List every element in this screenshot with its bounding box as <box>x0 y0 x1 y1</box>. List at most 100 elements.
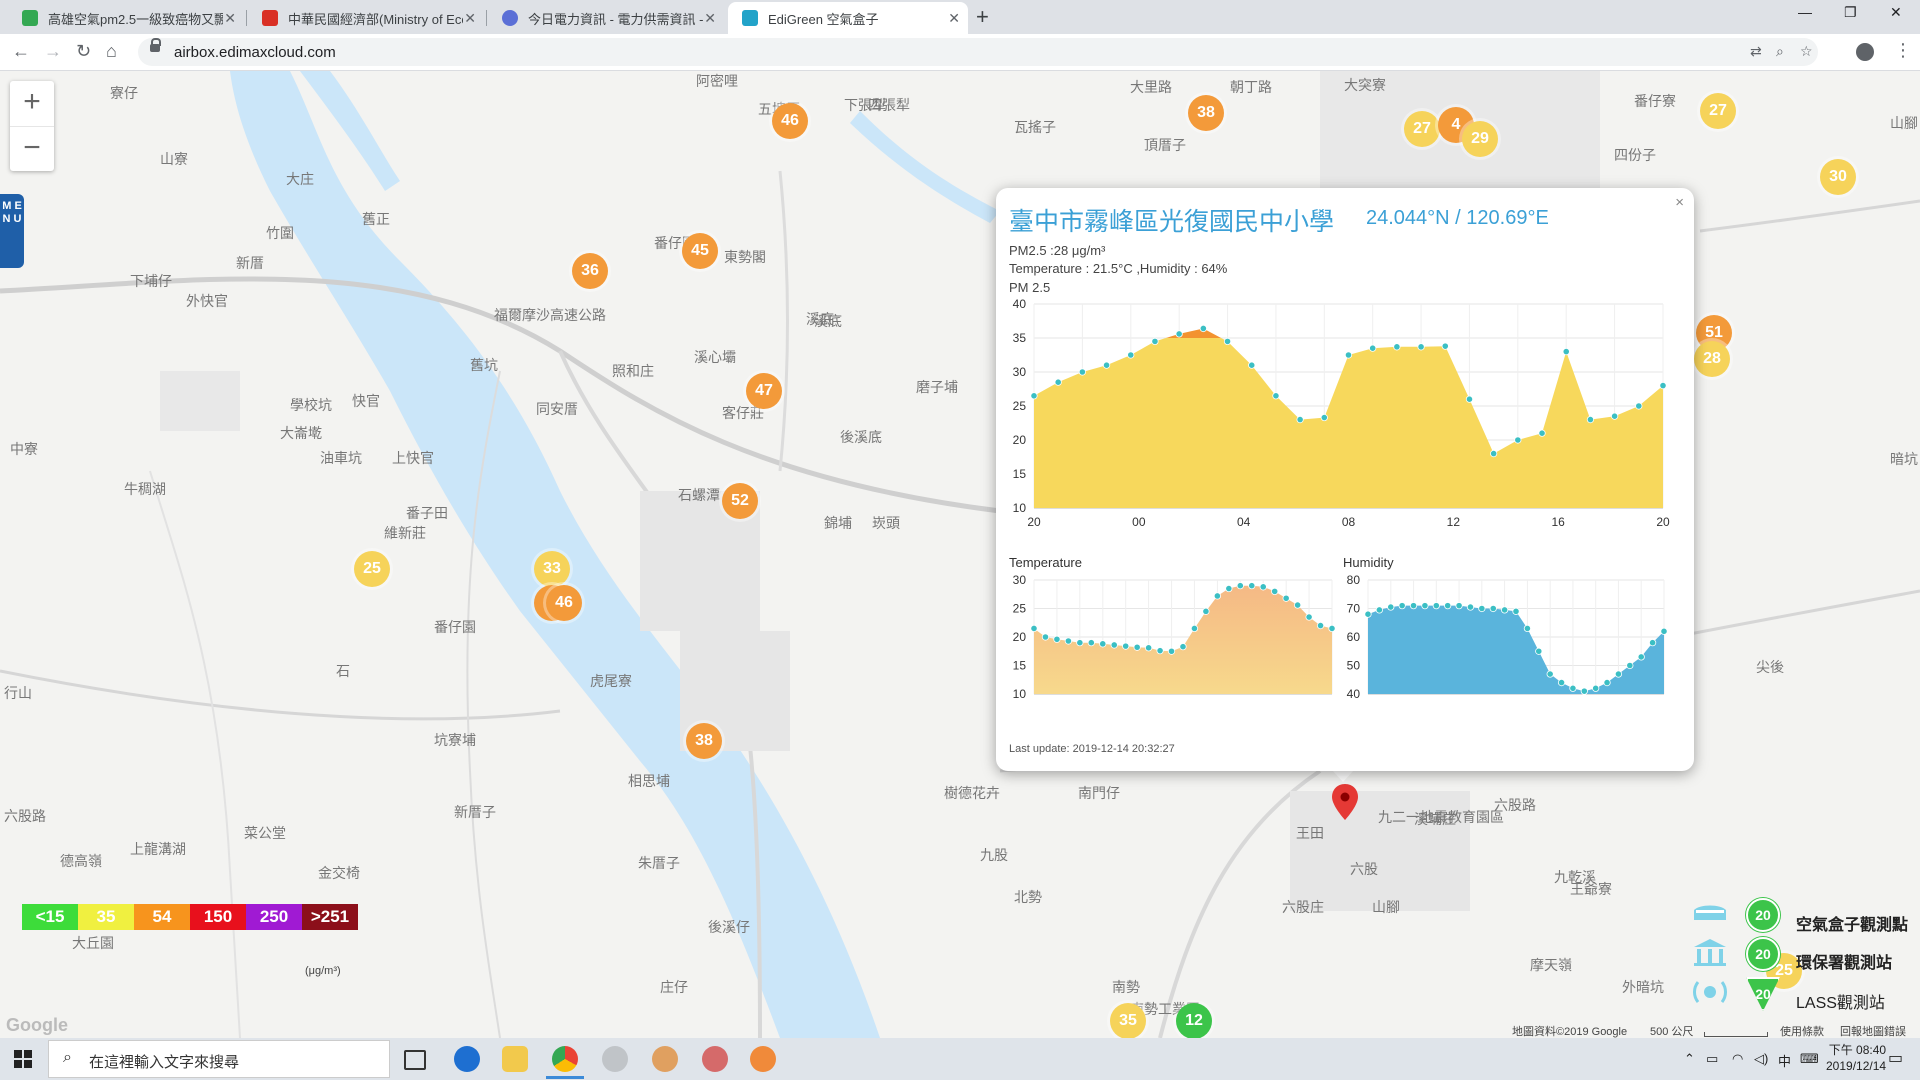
lass-legend-label[interactable]: LASS觀測站 <box>1796 989 1885 1013</box>
windows-start-icon[interactable] <box>14 1050 32 1068</box>
tab-title: 中華民國經濟部(Ministry of Econ... <box>288 11 463 27</box>
tray-chevron-icon[interactable]: ⌃ <box>1684 1051 1695 1067</box>
file-explorer-icon[interactable] <box>502 1046 528 1072</box>
profile-avatar-icon[interactable] <box>1856 43 1874 61</box>
minimize-button[interactable]: — <box>1798 4 1812 20</box>
browser-tab-1[interactable]: 中華民國經濟部(Ministry of Econ... ✕ <box>248 2 484 34</box>
map-scale-label[interactable]: 500 公尺 <box>1650 1023 1693 1038</box>
data-point <box>1455 602 1463 610</box>
data-point <box>1586 416 1595 424</box>
pm25-marker[interactable]: 30 <box>1820 159 1856 195</box>
pm25-marker[interactable]: 27 <box>1404 111 1440 147</box>
pm25-marker[interactable]: 29 <box>1462 121 1498 157</box>
tab-separator <box>246 10 247 26</box>
reload-button[interactable]: ↻ <box>76 41 91 62</box>
pm25-marker[interactable]: 12 <box>1176 1003 1212 1038</box>
map-place-label: 維新莊 <box>384 525 426 541</box>
map-place-label: 朱厝子 <box>638 855 680 871</box>
map-place-label: 上快官 <box>392 450 434 466</box>
legend-unit: (μg/m³) <box>305 965 341 977</box>
location-pin-icon[interactable] <box>1332 784 1358 820</box>
app-icon-5[interactable] <box>652 1046 678 1072</box>
taskbar-search-box[interactable]: ⌕ 在這裡輸入文字來搜尋 <box>48 1040 390 1078</box>
bookmark-star-icon[interactable]: ☆ <box>1800 43 1813 60</box>
tab-close-icon[interactable]: ✕ <box>224 10 236 27</box>
pm25-marker[interactable]: 45 <box>682 233 718 269</box>
close-window-button[interactable]: ✕ <box>1890 4 1902 21</box>
tab-close-icon[interactable]: ✕ <box>464 10 476 27</box>
pm25-marker[interactable]: 38 <box>1188 95 1224 131</box>
pm25-marker[interactable]: 38 <box>686 723 722 759</box>
pm25-marker[interactable]: 28 <box>1694 341 1730 377</box>
data-point <box>1223 337 1232 346</box>
data-point <box>1546 670 1554 678</box>
browser-tab-0[interactable]: 高雄空氣pm2.5一級致癌物又飄... ✕ <box>8 2 244 34</box>
airbox-legend-label[interactable]: 空氣盒子觀測點 <box>1796 911 1908 935</box>
data-point <box>1259 583 1267 591</box>
browser-toolbar: ← → ↻ ⌂ airbox.edimaxcloud.com ⇄ ⌕ ☆ ⋮ <box>0 34 1920 71</box>
pm25-marker[interactable]: 27 <box>1700 93 1736 129</box>
translate-icon[interactable]: ⇄ <box>1750 43 1762 60</box>
home-icon[interactable]: ⌂ <box>106 41 117 62</box>
app-icon-7[interactable] <box>750 1046 776 1072</box>
data-point <box>1626 661 1634 670</box>
data-point <box>1282 594 1290 602</box>
taskbar-clock[interactable]: 下午 08:40 2019/12/14 <box>1826 1042 1886 1074</box>
battery-icon[interactable]: ▭ <box>1706 1051 1718 1067</box>
pm25-marker[interactable]: 46 <box>772 103 808 139</box>
data-point <box>1099 640 1107 648</box>
data-point <box>1603 679 1611 687</box>
task-view-icon[interactable] <box>404 1050 426 1070</box>
x-tick-label: 08 <box>1342 515 1356 529</box>
popup-close-button[interactable]: × <box>1675 194 1684 211</box>
pm25-marker[interactable]: 36 <box>572 253 608 289</box>
restore-button[interactable]: ❐ <box>1844 4 1857 21</box>
edge-browser-icon[interactable] <box>454 1046 480 1072</box>
pm25-marker[interactable]: 46 <box>546 585 582 621</box>
keyboard-icon[interactable]: ⌨ <box>1800 1051 1819 1067</box>
data-point <box>1387 603 1395 611</box>
popup-tip <box>1332 770 1354 782</box>
zoom-icon[interactable]: ⌕ <box>1776 43 1784 60</box>
data-point <box>1398 602 1406 610</box>
map-place-label: 六股路 <box>4 808 46 824</box>
volume-icon[interactable]: ◁) <box>1754 1051 1768 1067</box>
data-point <box>1364 610 1372 618</box>
back-button[interactable]: ← <box>12 41 30 62</box>
google-logo[interactable]: Google <box>6 1015 68 1036</box>
data-point <box>1421 602 1429 610</box>
forward-button[interactable]: → <box>44 41 62 62</box>
menu-kebab-icon[interactable]: ⋮ <box>1894 40 1912 61</box>
app-icon-4[interactable] <box>602 1046 628 1072</box>
terms-link[interactable]: 使用條款 <box>1780 1023 1824 1038</box>
chrome-browser-icon[interactable] <box>552 1046 578 1072</box>
tab-close-icon[interactable]: ✕ <box>704 10 716 27</box>
y-tick-label: 20 <box>1013 433 1027 447</box>
pm25-marker[interactable]: 33 <box>534 551 570 587</box>
zoom-out-button[interactable]: − <box>10 127 54 172</box>
browser-tab-2[interactable]: 今日電力資訊 - 電力供需資訊 - 台... ✕ <box>488 2 724 34</box>
epa-legend-label[interactable]: 環保署觀測站 <box>1796 949 1892 973</box>
tab-close-icon[interactable]: ✕ <box>948 10 960 27</box>
zoom-control: + − <box>10 81 54 171</box>
data-point <box>1562 347 1570 356</box>
map-place-label: 山寮 <box>160 151 188 167</box>
x-tick-label: 04 <box>1237 515 1251 529</box>
app-icon-6[interactable] <box>702 1046 728 1072</box>
data-point <box>1659 382 1667 390</box>
network-icon[interactable]: ◠ <box>1732 1051 1743 1067</box>
pm25-marker[interactable]: 52 <box>722 483 758 519</box>
data-point <box>1271 587 1279 595</box>
pm25-marker[interactable]: 35 <box>1110 1003 1146 1038</box>
ime-indicator[interactable]: 中 <box>1778 1051 1791 1070</box>
new-tab-button[interactable]: + <box>976 4 989 30</box>
address-bar[interactable]: airbox.edimaxcloud.com ⇄ ⌕ ☆ <box>138 38 1818 66</box>
browser-tab-3-active[interactable]: EdiGreen 空氣盒子 ✕ <box>728 2 968 34</box>
report-map-error-link[interactable]: 回報地圖錯誤 <box>1840 1023 1906 1038</box>
menu-toggle-button[interactable]: M E N U <box>0 194 24 268</box>
zoom-in-button[interactable]: + <box>10 81 54 127</box>
data-point <box>1179 643 1187 651</box>
pm25-marker[interactable]: 25 <box>354 551 390 587</box>
pm25-marker[interactable]: 47 <box>746 373 782 409</box>
notification-icon[interactable]: ▭ <box>1888 1048 1903 1068</box>
